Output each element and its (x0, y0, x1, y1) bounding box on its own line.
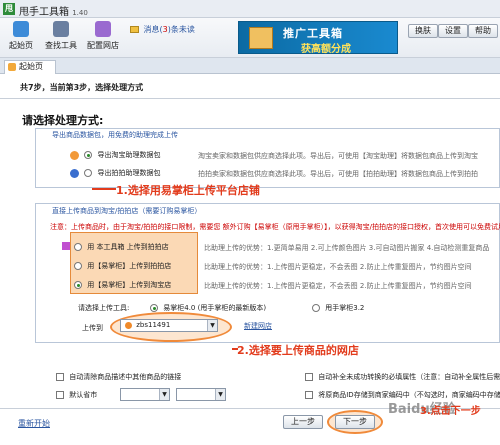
tool-option-sszg32-label: 甩手掌柜3.2 (325, 304, 365, 312)
app-icon: 甩 (3, 3, 15, 15)
new-badge (62, 242, 70, 250)
app-version: 1.40 (72, 9, 88, 17)
radio-yzg-paipai[interactable] (74, 262, 82, 270)
option-default-province-label: 默认省市 (69, 391, 98, 399)
option-export-taobao-desc: 淘宝卖家和数据包供应商选择此项。导出后，可使用【淘宝助理】将数据包商品上传到淘宝 (198, 152, 478, 160)
chevron-down-icon: ▼ (207, 320, 217, 331)
upload-to-label: 上传到 (82, 324, 103, 332)
message-icon (130, 26, 139, 33)
chevron-down-icon: ▼ (215, 389, 225, 400)
callout1-arrow (92, 188, 116, 190)
option-yzg-taobao-desc: 比助理上传的优势：1.上传图片更稳定，不会丢图 2.防止上传重复图片，节约图片空… (204, 282, 472, 290)
messages-link[interactable]: 消息(3)条未读 (130, 24, 195, 35)
page-title: 请选择处理方式: (22, 114, 104, 127)
find-tools-button[interactable]: 查找工具 (42, 21, 80, 55)
callout-step2: 2.选择要上传商品的网店 (237, 344, 359, 357)
chevron-down-icon: ▼ (159, 389, 169, 400)
checkbox-auto-fill[interactable] (305, 373, 313, 381)
checkbox-store-id[interactable] (305, 391, 313, 399)
shop-select-value: zbs11491 (136, 321, 171, 329)
find-tools-label: 查找工具 (45, 41, 77, 50)
upload-tool-label: 请选择上传工具: (78, 304, 130, 312)
option-auto-clear[interactable]: 自动清除商品描述中其他商品的链接 (56, 372, 181, 382)
divider (0, 98, 500, 99)
checkbox-default-province[interactable] (56, 391, 64, 399)
messages-label: 消息( (143, 25, 163, 34)
app-name: 甩手工具箱 (19, 7, 69, 18)
config-shop-button[interactable]: 配置网店 (84, 21, 122, 55)
option-export-taobao-label: 导出淘宝助理数据包 (97, 151, 161, 159)
tab-label: 起始页 (19, 62, 43, 71)
paipai-icon (70, 168, 79, 178)
start-page-button[interactable]: 起始页 (2, 21, 40, 55)
start-page-label: 起始页 (9, 41, 33, 50)
tab-bar: 起始页 (0, 58, 500, 74)
radio-tool-sszg32[interactable] (312, 304, 320, 312)
shop-select[interactable]: zbs11491 ▼ (120, 319, 218, 332)
home-icon (13, 21, 29, 37)
upload-group-legend: 直接上传商品到淘宝/拍拍店（需要订购易掌柜） (50, 206, 204, 216)
banner-line1: 推广工具箱 (283, 27, 343, 40)
box-icon (249, 27, 273, 49)
province-select[interactable]: ▼ (120, 388, 170, 401)
prev-button[interactable]: 上一步 (283, 415, 323, 429)
radio-tool-yzg4[interactable] (150, 304, 158, 312)
upload-warning: 注意：上传商品时，由于淘宝/拍拍的接口限制，需要您 额外订购【易掌柜（原甩手掌柜… (50, 223, 500, 231)
banner-line2: 获高额分成 (301, 44, 351, 55)
new-shop-link[interactable]: 新建网店 (244, 321, 272, 331)
option-export-paipai-label: 导出拍拍助理数据包 (97, 169, 161, 177)
option-auto-fill-label: 自动补全未成功转换的必填属性（注意：自动补全属性后需要手动检查） (318, 373, 500, 381)
window-title: 甩手工具箱 1.40 (19, 3, 88, 18)
restart-link[interactable]: 重新开始 (18, 418, 50, 429)
option-auto-clear-label: 自动清除商品描述中其他商品的链接 (69, 373, 182, 381)
search-icon (53, 21, 69, 37)
radio-yzg-taobao[interactable] (74, 281, 82, 289)
option-upload-tool-paipai-desc: 比助理上传的优势：1.更简单易用 2.可上传颜色图片 3.可自动图片搬家 4.自… (204, 244, 490, 252)
settings-button[interactable]: 设置 (438, 24, 468, 38)
config-shop-label: 配置网店 (87, 41, 119, 50)
option-export-paipai-desc: 拍拍卖家和数据包供应商选择此项。导出后，可使用【拍拍助理】将数据包商品上传到拍拍 (198, 170, 478, 178)
step-indicator: 共7步，当前第3步，选择处理方式 (20, 83, 144, 92)
promo-banner[interactable]: 推广工具箱 获高额分成 (238, 21, 398, 55)
option-export-paipai[interactable]: 导出拍拍助理数据包 (70, 168, 160, 178)
tab-start-page[interactable]: 起始页 (4, 60, 56, 74)
shop-icon (125, 321, 132, 329)
title-bar: 甩 甩手工具箱 1.40 (0, 0, 500, 18)
help-button[interactable]: 帮助 (468, 24, 498, 38)
option-upload-tool-paipai[interactable]: 用 本工具箱 上传到拍拍店 (74, 242, 169, 252)
option-export-taobao[interactable]: 导出淘宝助理数据包 (70, 150, 160, 160)
option-yzg-paipai[interactable]: 用【易掌柜】上传到拍拍店 (74, 261, 171, 271)
tool-option-yzg4-label: 易掌柜4.0 (甩手掌柜的最新版本) (163, 304, 267, 312)
radio-export-taobao[interactable] (84, 151, 93, 159)
export-group-legend: 导出商品数据包，用免费的助理完成上传 (50, 130, 180, 140)
next-button[interactable]: 下一步 (335, 415, 375, 429)
city-select[interactable]: ▼ (176, 388, 226, 401)
main-toolbar: 起始页 查找工具 配置网店 消息(3)条未读 推广工具箱 获高额分成 换肤 设置… (0, 18, 500, 58)
shop-config-icon (95, 21, 111, 37)
checkbox-auto-clear[interactable] (56, 373, 64, 381)
radio-upload-tool-paipai[interactable] (74, 243, 82, 251)
option-auto-fill[interactable]: 自动补全未成功转换的必填属性（注意：自动补全属性后需要手动检查） (305, 372, 500, 382)
option-yzg-taobao-label: 用【易掌柜】上传到淘宝店 (87, 281, 172, 289)
home-tab-icon (8, 63, 16, 71)
option-yzg-paipai-label: 用【易掌柜】上传到拍拍店 (87, 262, 172, 270)
taobao-icon (70, 150, 79, 160)
option-default-province[interactable]: 默认省市 (56, 390, 97, 400)
option-yzg-taobao[interactable]: 用【易掌柜】上传到淘宝店 (74, 280, 171, 290)
radio-export-paipai[interactable] (84, 169, 93, 177)
option-upload-tool-paipai-label: 用 本工具箱 上传到拍拍店 (87, 243, 169, 251)
skin-button[interactable]: 换肤 (408, 24, 438, 38)
messages-suffix: )条未读 (167, 25, 195, 34)
tool-option-sszg32[interactable]: 甩手掌柜3.2 (312, 303, 364, 313)
callout-step3: 3.点击下一步 (420, 406, 481, 417)
option-yzg-paipai-desc: 比助理上传的优势：1.上传图片更稳定，不会丢图 2.防止上传重复图片，节约图片空… (204, 263, 472, 271)
callout-step1: 1.选择用易掌柜上传平台店铺 (116, 184, 260, 197)
